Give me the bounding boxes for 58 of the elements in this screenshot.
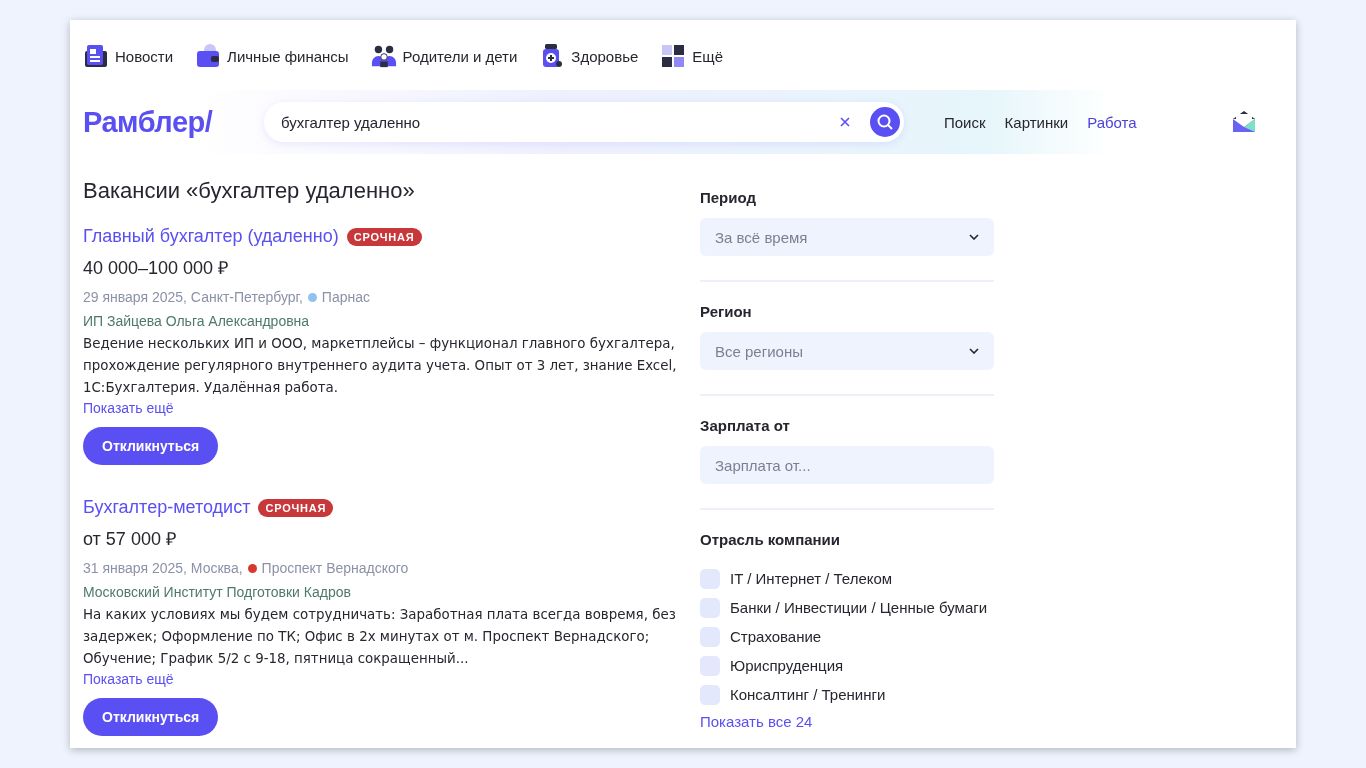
salary-input[interactable]: Зарплата от...: [700, 446, 994, 484]
vacancy-title[interactable]: Главный бухгалтер (удаленно): [83, 226, 339, 247]
nav-item[interactable]: Здоровье: [539, 43, 639, 69]
page-heading: Вакансии «бухгалтер удаленно»: [83, 178, 416, 204]
search-icon: [876, 113, 894, 131]
respond-button[interactable]: Откликнуться: [83, 698, 219, 736]
vacancy-description: Ведение нескольких ИП и ООО, маркетплейсы – функционал главного бухгалтера, прохождение регулярного внутреннего аудита учета. Опыт от 3 лет, знание Excel, 1С:Бухгалтерия. Удалённая работа.: [83, 335, 678, 397]
chevron-down-icon: [969, 348, 979, 354]
search-button[interactable]: [870, 107, 900, 137]
industry-option[interactable]: Юриспруденция: [700, 651, 844, 680]
filter-label: Период: [700, 188, 757, 208]
search-field[interactable]: бухгалтер удаленно: [264, 102, 904, 142]
respond-button[interactable]: Откликнуться: [83, 427, 219, 465]
tiles-icon: [660, 43, 687, 69]
company-name: ИП Зайцева Ольга Александровна: [83, 313, 311, 329]
nav-link[interactable]: Поиск: [944, 113, 986, 131]
family-icon: [370, 43, 397, 69]
date-city: 31 января 2025, Москва,: [83, 560, 243, 576]
date-city: 29 января 2025, Санкт-Петербург,: [83, 289, 303, 305]
envelope-icon[interactable]: [1231, 109, 1257, 135]
close-icon[interactable]: [840, 117, 850, 127]
filter-label: Регион: [700, 302, 753, 322]
metro-station: Парнас: [321, 289, 370, 305]
nav-link[interactable]: Работа: [1087, 113, 1137, 131]
show-more-link[interactable]: Показать ещё: [83, 671, 174, 687]
salary: от 57 000 ₽: [83, 528, 177, 550]
nav-item[interactable]: Новости: [83, 43, 174, 69]
wallet-icon: [195, 43, 222, 69]
show-more-link[interactable]: Показать ещё: [83, 400, 174, 416]
metro-station: Проспект Вернадского: [261, 560, 409, 576]
checkbox[interactable]: [700, 597, 720, 618]
newspaper-icon: [83, 43, 109, 69]
urgent-badge: СРОЧНАЯ: [346, 227, 422, 246]
checkbox[interactable]: [700, 684, 720, 705]
period-select[interactable]: За всё время: [700, 218, 994, 256]
industry-option[interactable]: Банки / Инвестиции / Ценные бумаги: [700, 593, 988, 622]
nav-item[interactable]: Родители и дети: [370, 43, 518, 69]
chevron-down-icon: [969, 234, 979, 240]
filter-label: Отрасль компании: [700, 530, 842, 550]
company-name: Московский Институт Подготовки Кадров: [83, 584, 352, 600]
filter-label: Зарплата от: [700, 416, 791, 436]
search-input[interactable]: бухгалтер удаленно: [279, 112, 840, 132]
salary: 40 000–100 000 ₽: [83, 257, 230, 279]
industry-option[interactable]: IT / Интернет / Телеком: [700, 564, 893, 593]
industry-option[interactable]: Страхование: [700, 622, 822, 651]
nav-item[interactable]: Личные финансы: [195, 43, 349, 69]
nav-link[interactable]: Картинки: [1004, 113, 1069, 131]
checkbox[interactable]: [700, 626, 720, 647]
nav-item[interactable]: Ещё: [660, 43, 723, 69]
industry-option[interactable]: Консалтинг / Тренинги: [700, 680, 886, 709]
vacancy-title[interactable]: Бухгалтер-методист: [83, 497, 251, 518]
checkbox[interactable]: [700, 568, 720, 589]
urgent-badge: СРОЧНАЯ: [258, 498, 334, 517]
logo[interactable]: Рамблер/: [83, 105, 264, 139]
checkbox[interactable]: [700, 655, 720, 676]
vacancy-description: На каких условиях мы будем сотрудничать: Заработная плата всегда вовремя, без задержек; Оформление по ТК; Офис в 2х минутах от м. Проспект Вернадского; Обучение; График 5/2 с 9-18, пятница сокращенный...: [83, 606, 677, 668]
region-select[interactable]: Все регионы: [700, 332, 994, 370]
show-all-link[interactable]: Показать все 24: [700, 713, 813, 730]
